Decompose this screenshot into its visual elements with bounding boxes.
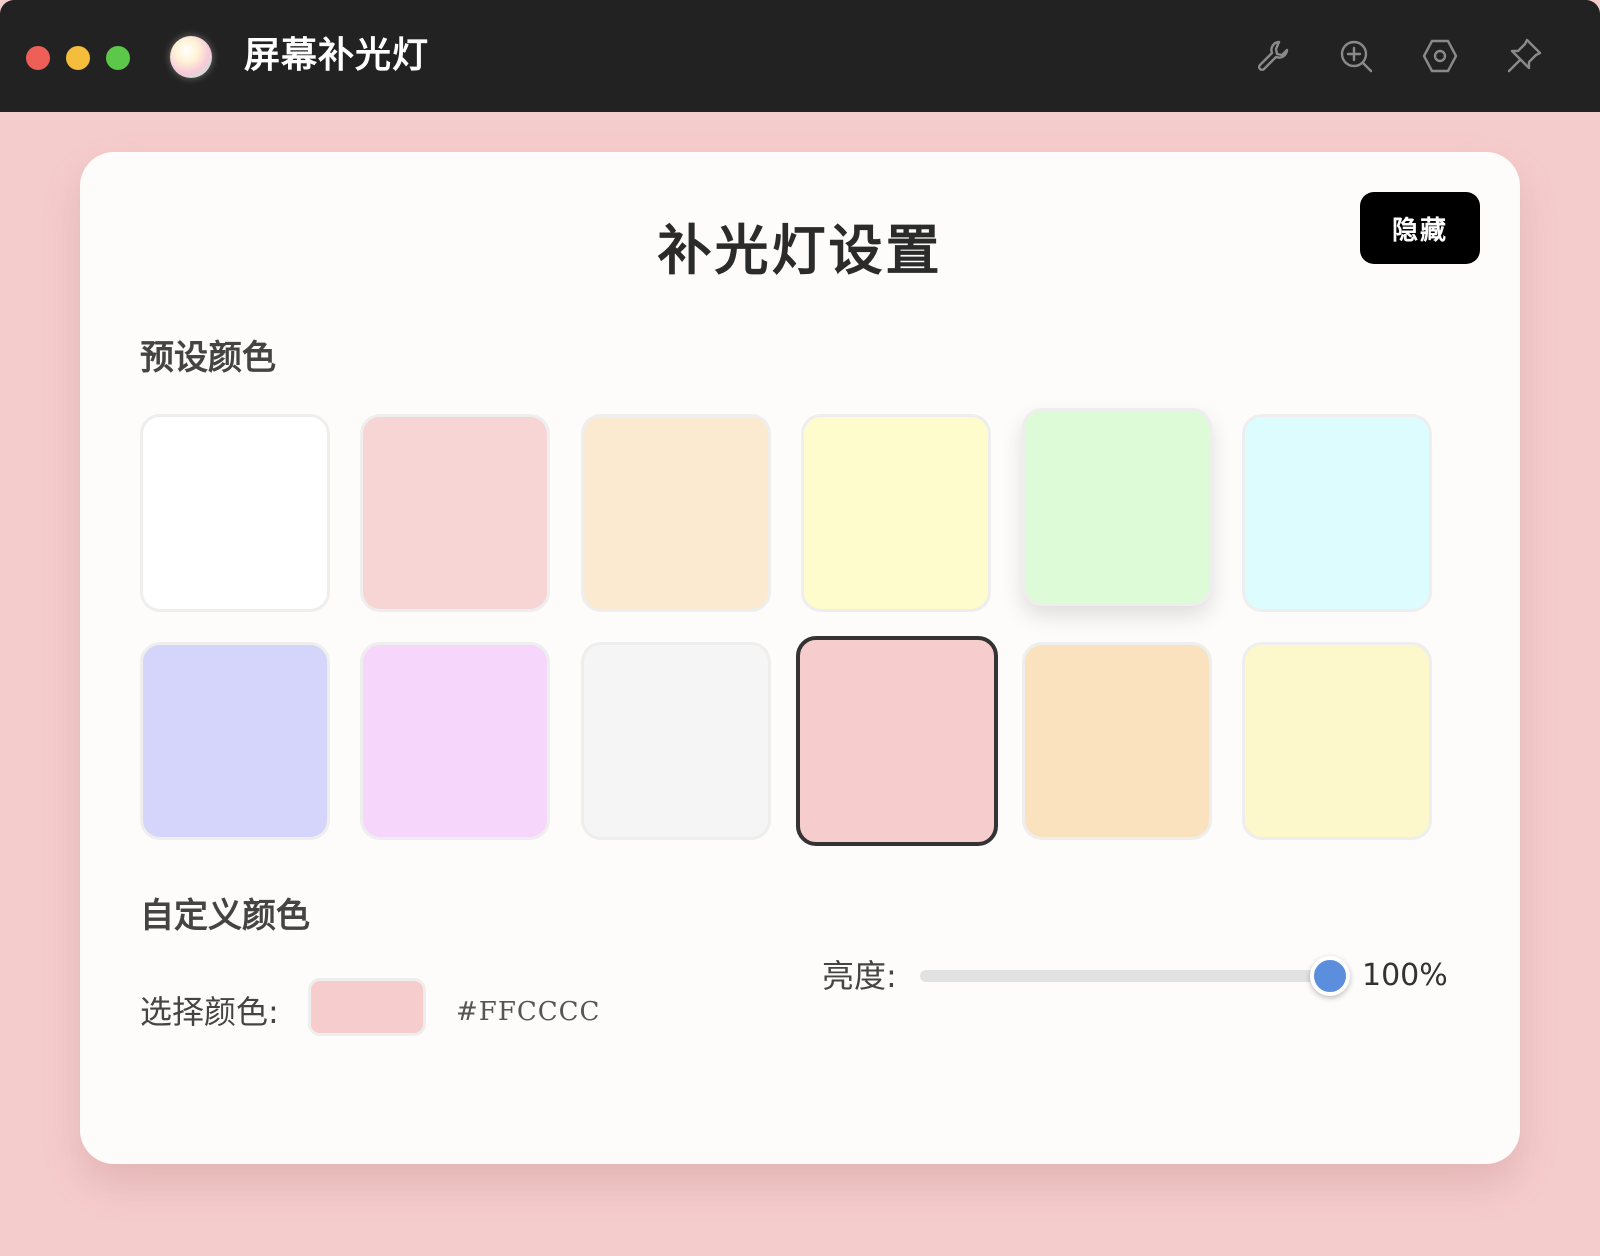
preset-swatch[interactable]	[1242, 642, 1432, 840]
color-picker-button[interactable]	[308, 978, 426, 1036]
choose-color-label: 选择颜色:	[140, 993, 279, 1031]
title-bar: 屏幕补光灯	[0, 0, 1600, 112]
wrench-icon[interactable]	[1252, 34, 1296, 78]
hex-color-value: #FFCCCC	[456, 997, 601, 1027]
app-window: 屏幕补光灯 补光灯设置 隐藏 预设颜色 自定义颜色 选择颜色: #FFCCCC …	[0, 0, 1600, 1256]
preset-swatch[interactable]	[1022, 642, 1212, 840]
preset-swatch[interactable]	[1022, 408, 1212, 606]
preset-swatch-selected[interactable]	[796, 636, 998, 846]
preset-swatch[interactable]	[801, 414, 991, 612]
preset-swatch[interactable]	[360, 642, 550, 840]
preset-swatch[interactable]	[140, 642, 330, 840]
hide-button[interactable]: 隐藏	[1360, 192, 1480, 264]
presets-section-label: 预设颜色	[140, 338, 276, 378]
zoom-in-icon[interactable]	[1334, 34, 1378, 78]
custom-color-section-label: 自定义颜色	[140, 896, 310, 936]
settings-panel: 补光灯设置 隐藏 预设颜色 自定义颜色 选择颜色: #FFCCCC 亮度: 10…	[80, 152, 1520, 1164]
minimize-window-button[interactable]	[66, 46, 90, 70]
preset-swatch[interactable]	[1242, 414, 1432, 612]
settings-icon[interactable]	[1418, 34, 1462, 78]
brightness-slider-track[interactable]	[920, 970, 1330, 982]
preset-swatch[interactable]	[360, 414, 550, 612]
preset-swatch[interactable]	[140, 414, 330, 612]
panel-title: 补光灯设置	[657, 219, 943, 282]
preset-swatch[interactable]	[581, 414, 771, 612]
app-logo-icon	[170, 36, 212, 78]
app-title: 屏幕补光灯	[244, 35, 430, 76]
maximize-window-button[interactable]	[106, 46, 130, 70]
brightness-label: 亮度:	[822, 957, 897, 995]
close-window-button[interactable]	[26, 46, 50, 70]
preset-swatch[interactable]	[581, 642, 771, 840]
brightness-value: 100%	[1362, 958, 1448, 993]
brightness-slider-thumb[interactable]	[1310, 956, 1350, 996]
pin-icon[interactable]	[1502, 34, 1546, 78]
